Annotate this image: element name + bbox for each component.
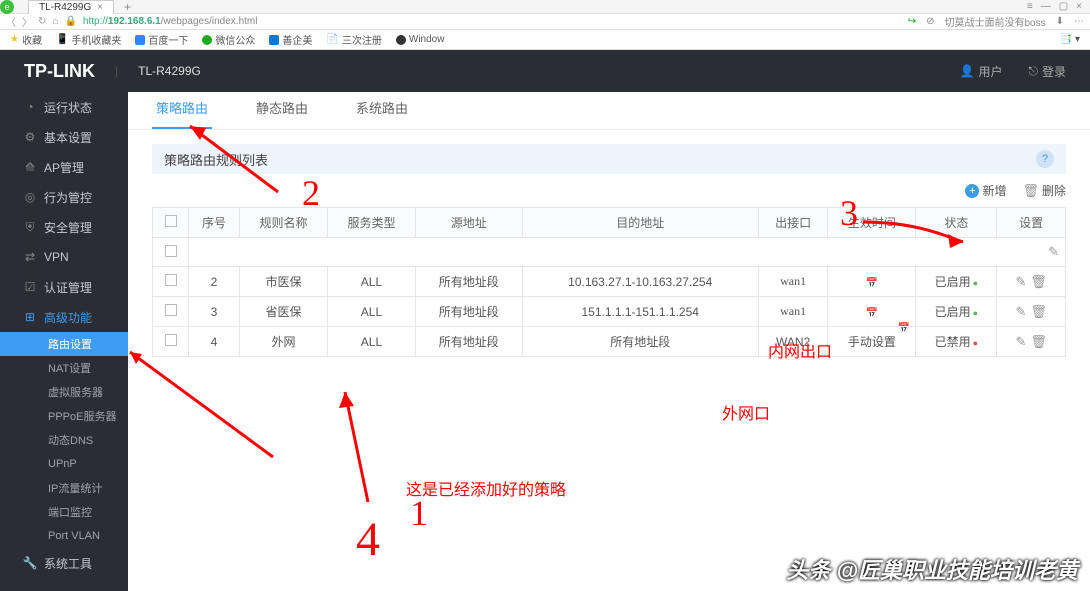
login-link[interactable]: ⎋登录 bbox=[1028, 63, 1066, 80]
bookmark-item[interactable]: ★收藏 bbox=[10, 32, 42, 47]
wifi-icon: ⟰ bbox=[24, 161, 36, 173]
sidebar-sub-portvlan[interactable]: Port VLAN bbox=[0, 524, 128, 548]
reload-icon[interactable]: ↻ bbox=[38, 16, 46, 27]
new-tab-button[interactable]: + bbox=[118, 0, 137, 14]
share-icon[interactable]: ↪ bbox=[908, 16, 916, 27]
browser-tab[interactable]: TL-R4299G × bbox=[28, 0, 114, 14]
check-icon: ☑ bbox=[24, 281, 36, 293]
address-bar[interactable]: http://192.168.6.1/webpages/index.html bbox=[83, 16, 902, 27]
bookmark-item[interactable]: 微信公众 bbox=[202, 32, 255, 47]
sidebar-sub-nat[interactable]: NAT设置 bbox=[0, 356, 128, 380]
gear-icon: ⚙ bbox=[24, 131, 36, 143]
sidebar-item-tools[interactable]: 🔧系统工具 bbox=[0, 548, 128, 578]
sidebar-item-advanced[interactable]: ⊞高级功能 bbox=[0, 302, 128, 332]
sidebar-item-ap[interactable]: ⟰AP管理 bbox=[0, 152, 128, 182]
forward-icon[interactable]: 〉 bbox=[22, 14, 32, 29]
close-tab-icon[interactable]: × bbox=[97, 2, 103, 13]
sidebar: ◔运行状态 ⚙基本设置 ⟰AP管理 ◎行为管控 ⛨安全管理 ⇄VPN ☑认证管理… bbox=[0, 92, 128, 591]
user-link[interactable]: 👤用户 bbox=[960, 63, 1003, 80]
sidebar-sub-vserver[interactable]: 虚拟服务器 bbox=[0, 380, 128, 404]
close-window-icon[interactable]: × bbox=[1076, 1, 1082, 12]
minimize-icon[interactable]: — bbox=[1041, 1, 1051, 12]
bookmark-item[interactable]: 📄三次注册 bbox=[326, 32, 381, 47]
tab-title: TL-R4299G bbox=[39, 2, 91, 13]
user-icon: 👤 bbox=[960, 64, 975, 78]
sidebar-sub-upnp[interactable]: UPnP bbox=[0, 452, 128, 476]
sidebar-sub-pppoe[interactable]: PPPoE服务器 bbox=[0, 404, 128, 428]
download-icon[interactable]: ⬇ bbox=[1056, 16, 1064, 27]
sidebar-item-status[interactable]: ◔运行状态 bbox=[0, 92, 128, 122]
bookmark-item[interactable]: Window bbox=[396, 34, 445, 45]
sidebar-item-basic[interactable]: ⚙基本设置 bbox=[0, 122, 128, 152]
gauge-icon: ◔ bbox=[24, 101, 36, 113]
sidebar-item-vpn[interactable]: ⇄VPN bbox=[0, 242, 128, 272]
sidebar-sub-ddns[interactable]: 动态DNS bbox=[0, 428, 128, 452]
menu-icon[interactable]: ≡ bbox=[1027, 1, 1033, 12]
maximize-icon[interactable]: ▢ bbox=[1059, 1, 1068, 12]
shield-icon: ⛨ bbox=[24, 221, 36, 233]
lock-icon: 🔒 bbox=[64, 16, 76, 27]
bookmark-item[interactable]: 📱手机收藏夹 bbox=[56, 32, 121, 47]
wrench-icon: 🔧 bbox=[24, 557, 36, 569]
sidebar-item-behavior[interactable]: ◎行为管控 bbox=[0, 182, 128, 212]
bookmark-item[interactable]: 百度一下 bbox=[135, 32, 188, 47]
more-icon[interactable]: ⋯ bbox=[1074, 16, 1084, 27]
eye-icon: ◎ bbox=[24, 191, 36, 203]
bookmark-more-icon[interactable]: 📑 ▾ bbox=[1060, 34, 1080, 45]
back-icon[interactable]: 〈 bbox=[6, 14, 16, 29]
logout-icon: ⎋ bbox=[1028, 64, 1038, 79]
sidebar-item-security[interactable]: ⛨安全管理 bbox=[0, 212, 128, 242]
home-icon[interactable]: ⌂ bbox=[52, 16, 58, 27]
sync-icon[interactable]: ⊘ bbox=[926, 16, 934, 27]
grid-icon: ⊞ bbox=[24, 311, 36, 323]
watermark: 头条 @匠巢职业技能培训老黄 bbox=[786, 553, 1078, 585]
address-right-text: 切莫战士面前没有boss bbox=[944, 14, 1045, 29]
bookmark-item[interactable]: 善企美 bbox=[269, 32, 312, 47]
sidebar-sub-portmon[interactable]: 端口监控 bbox=[0, 500, 128, 524]
sidebar-sub-ipstat[interactable]: IP流量统计 bbox=[0, 476, 128, 500]
logo: TP-LINK bbox=[24, 61, 95, 82]
sidebar-sub-route[interactable]: 路由设置 bbox=[0, 332, 128, 356]
link-icon: ⇄ bbox=[24, 251, 36, 263]
model-name: TL-R4299G bbox=[138, 64, 201, 78]
sidebar-item-auth[interactable]: ☑认证管理 bbox=[0, 272, 128, 302]
bookmark-bar: ★收藏 📱手机收藏夹 百度一下 微信公众 善企美 📄三次注册 Window 📑 … bbox=[0, 30, 1090, 50]
